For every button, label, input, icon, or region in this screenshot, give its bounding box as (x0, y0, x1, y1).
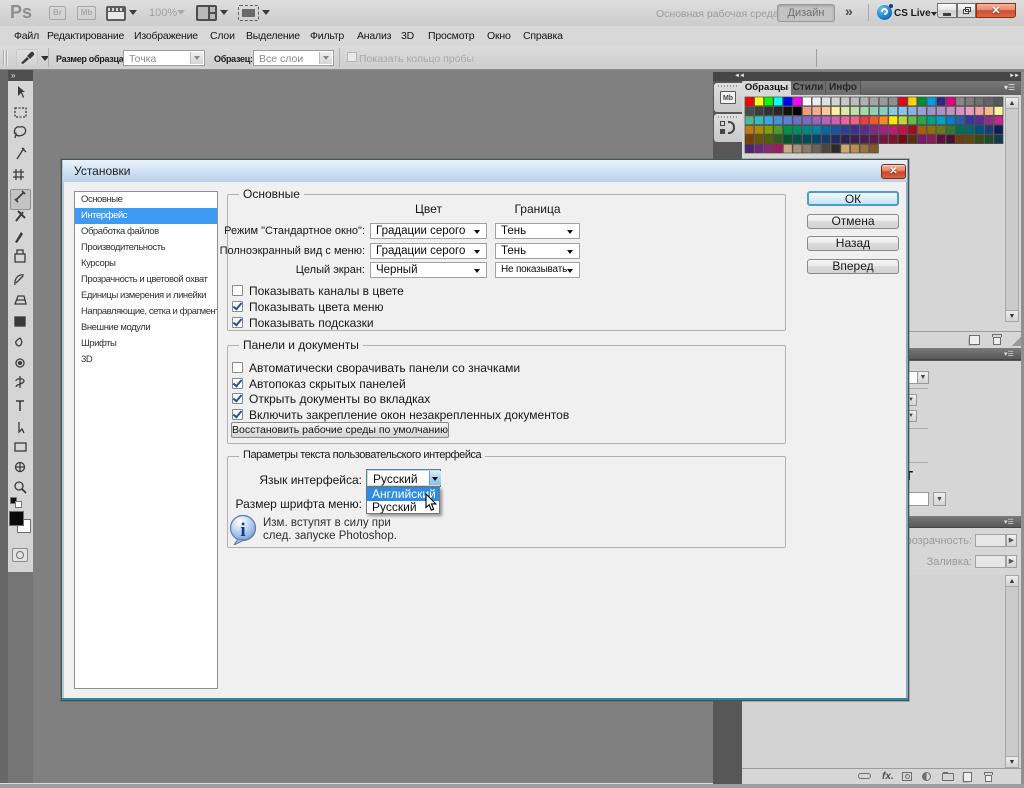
svg-text:i: i (240, 520, 245, 541)
